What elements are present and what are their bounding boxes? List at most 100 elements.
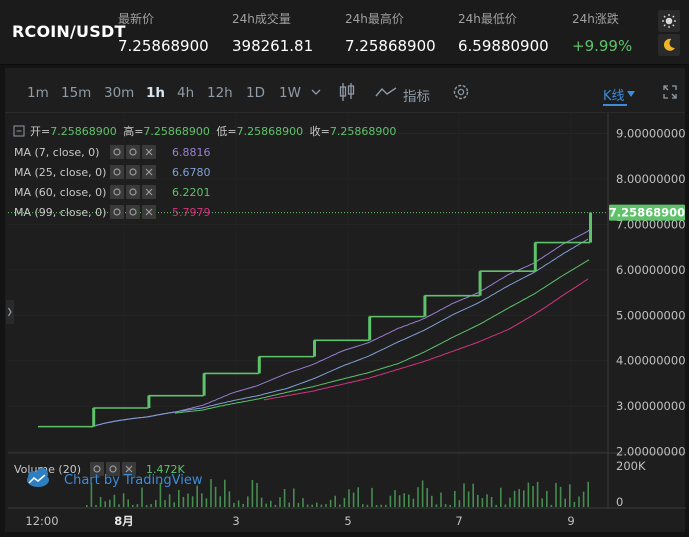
volume-bar bbox=[141, 487, 143, 507]
volume-bar bbox=[587, 481, 589, 507]
time-tick-label: 9 bbox=[567, 514, 574, 528]
legend-gear-button[interactable] bbox=[126, 185, 140, 199]
volume-bar bbox=[205, 498, 208, 507]
ma-legend-row: MA (25, close, 0) 6.6780 bbox=[14, 165, 211, 179]
volume-bar bbox=[201, 493, 203, 507]
legend-eye-button[interactable] bbox=[110, 145, 124, 159]
volume-bar bbox=[210, 479, 212, 507]
volume-bar bbox=[564, 498, 566, 507]
volume-bar bbox=[362, 504, 364, 507]
open-value: 7.25868900 bbox=[50, 125, 116, 138]
volume-bar bbox=[293, 488, 295, 507]
volume-bar bbox=[477, 494, 479, 507]
legend-close-button[interactable] bbox=[142, 165, 156, 179]
price-axis-ticks: 9.000000008.000000007.000000006.00000000… bbox=[616, 126, 686, 458]
legend-close-button[interactable] bbox=[142, 205, 156, 219]
volume-bar bbox=[150, 504, 152, 507]
volume-bar bbox=[380, 504, 382, 507]
legend-gear-button[interactable] bbox=[126, 165, 140, 179]
high-label: 高= bbox=[123, 124, 143, 138]
volume-bar bbox=[495, 504, 497, 507]
volume-bar bbox=[458, 500, 461, 507]
ohlc-values: 开=7.25868900 高=7.25868900 低=7.25868900 收… bbox=[30, 124, 396, 138]
volume-bar bbox=[348, 489, 350, 507]
volume-bar bbox=[375, 504, 378, 507]
time-tick-label: 8月 bbox=[114, 514, 134, 528]
volume-bar bbox=[320, 504, 323, 507]
legend-eye-button[interactable] bbox=[110, 205, 124, 219]
volume-bar bbox=[279, 497, 281, 507]
volume-bar bbox=[408, 494, 410, 507]
volume-bar bbox=[260, 497, 263, 507]
legend-gear-button[interactable] bbox=[126, 205, 140, 219]
volume-bar bbox=[440, 492, 442, 507]
open-label: 开= bbox=[30, 125, 50, 138]
volume-bar bbox=[371, 487, 373, 507]
legend-gear-button[interactable] bbox=[126, 145, 140, 159]
volume-bar bbox=[86, 505, 88, 507]
volume-bar bbox=[389, 495, 392, 507]
legend-close-button[interactable] bbox=[142, 145, 156, 159]
volume-bar bbox=[394, 490, 396, 507]
volume-bar bbox=[481, 498, 484, 507]
legend-eye-button[interactable] bbox=[110, 165, 124, 179]
volume-bar bbox=[113, 494, 116, 507]
volume-bar bbox=[555, 482, 557, 507]
volume-bar bbox=[509, 497, 511, 507]
volume-bar bbox=[270, 500, 272, 507]
volume-bar bbox=[532, 486, 534, 507]
volume-bar bbox=[214, 486, 217, 507]
volume-bar bbox=[127, 499, 129, 507]
candle-jump bbox=[92, 408, 96, 427]
volume-bar bbox=[247, 496, 249, 507]
volume-bar bbox=[467, 491, 470, 507]
volume-bar bbox=[283, 488, 286, 507]
high-value: 7.25868900 bbox=[143, 125, 209, 138]
candle-jump bbox=[147, 395, 151, 408]
volume-bar bbox=[523, 490, 525, 507]
volume-bar bbox=[288, 502, 290, 507]
volume-bar bbox=[546, 490, 548, 507]
volume-bar bbox=[306, 504, 309, 507]
low-value: 7.25868900 bbox=[237, 125, 303, 138]
volume-bar bbox=[196, 485, 198, 507]
ma-legend-label: MA (60, close, 0) bbox=[14, 186, 106, 199]
volume-bar bbox=[472, 483, 474, 507]
side-toggle-tab[interactable] bbox=[6, 300, 14, 324]
candle-jump bbox=[478, 271, 482, 296]
volume-bar bbox=[352, 492, 355, 507]
price-chart[interactable]: 9.000000008.000000007.000000006.00000000… bbox=[0, 0, 689, 537]
volume-bar bbox=[297, 502, 300, 507]
candle-jump bbox=[589, 212, 592, 243]
volume-bar bbox=[385, 504, 387, 507]
volume-bar bbox=[449, 504, 451, 507]
ma-legend-value: 6.6780 bbox=[172, 166, 211, 179]
volume-bar bbox=[104, 501, 106, 507]
low-label: 低= bbox=[216, 125, 236, 138]
volume-bar bbox=[431, 495, 433, 507]
volume-bar bbox=[182, 496, 185, 507]
volume-bar bbox=[500, 487, 502, 507]
price-tick-label: 2.00000000 bbox=[616, 445, 686, 459]
ma-legend: MA (7, close, 0) 6.8816 MA (25, close, 0) 6… bbox=[14, 145, 211, 219]
volume-bar bbox=[265, 503, 267, 507]
volume-bar bbox=[316, 502, 318, 507]
candle-jump bbox=[313, 340, 316, 357]
volume-bar bbox=[325, 504, 327, 507]
price-tick-label: 8.00000000 bbox=[616, 172, 686, 186]
time-tick-label: 5 bbox=[344, 514, 351, 528]
legend-close-button[interactable] bbox=[142, 185, 156, 199]
close-value: 7.25868900 bbox=[330, 125, 396, 138]
volume-bar bbox=[559, 486, 562, 507]
volume-bar bbox=[164, 500, 166, 507]
volume-bar bbox=[541, 498, 543, 507]
volume-tick-label: 200K bbox=[616, 459, 646, 473]
price-tick-label: 9.00000000 bbox=[616, 126, 686, 140]
legend-eye-button[interactable] bbox=[110, 185, 124, 199]
ma-legend-value: 6.8816 bbox=[172, 146, 211, 159]
volume-bar bbox=[343, 497, 346, 507]
volume-bar bbox=[527, 482, 530, 507]
price-tick-label: 3.00000000 bbox=[616, 399, 686, 413]
volume-bar bbox=[233, 502, 235, 507]
volume-bar bbox=[490, 496, 493, 507]
